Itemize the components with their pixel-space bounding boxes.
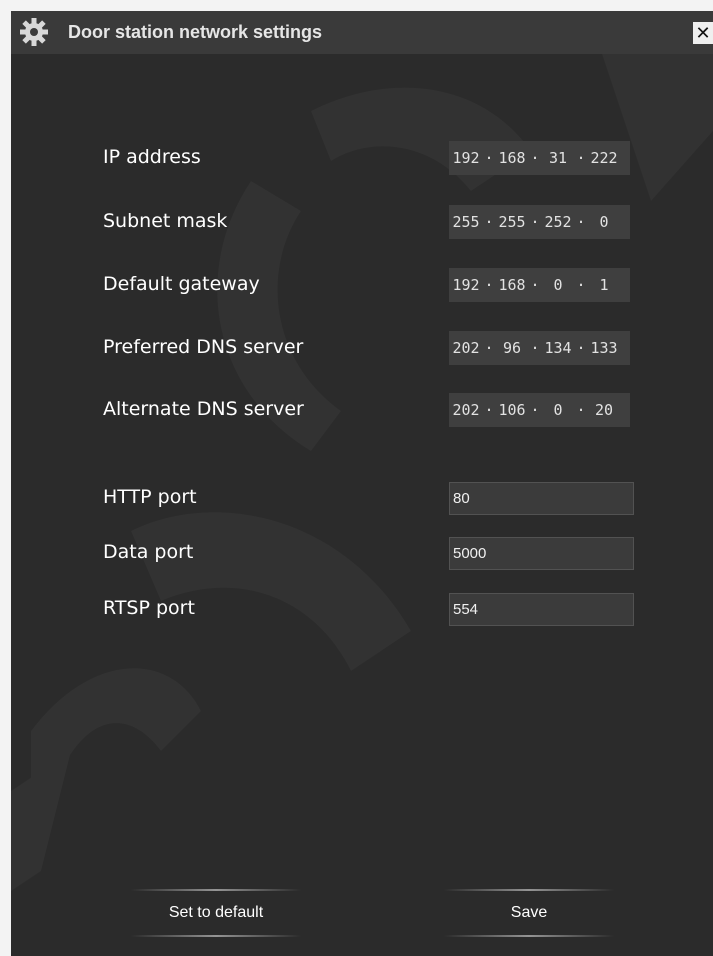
- default-gateway-label: Default gateway: [103, 273, 260, 295]
- default-gateway-field[interactable]: 192 · 168 · 0 · 1: [449, 268, 630, 302]
- data-port-input[interactable]: 5000: [449, 537, 634, 570]
- ip-octet-3[interactable]: 31: [541, 141, 575, 175]
- alternate-dns-label: Alternate DNS server: [103, 398, 304, 420]
- pdns-octet-3[interactable]: 134: [541, 331, 575, 365]
- save-button[interactable]: Save: [444, 889, 614, 937]
- ip-octet-1[interactable]: 192: [449, 141, 483, 175]
- gateway-octet-3[interactable]: 0: [541, 268, 575, 302]
- ip-separator: ·: [530, 149, 540, 167]
- subnet-mask-label: Subnet mask: [103, 210, 228, 232]
- gateway-octet-2[interactable]: 168: [495, 268, 529, 302]
- rtsp-port-input[interactable]: 554: [449, 593, 634, 626]
- ip-separator: ·: [484, 339, 494, 357]
- http-port-label: HTTP port: [103, 486, 197, 508]
- ip-separator: ·: [530, 339, 540, 357]
- adns-octet-4[interactable]: 20: [587, 393, 621, 427]
- subnet-mask-field[interactable]: 255 · 255 · 252 · 0: [449, 205, 630, 239]
- adns-octet-1[interactable]: 202: [449, 393, 483, 427]
- button-highlight: [444, 935, 614, 937]
- ip-address-field[interactable]: 192 · 168 · 31 · 222: [449, 141, 630, 175]
- ip-separator: ·: [576, 339, 586, 357]
- ip-separator: ·: [576, 401, 586, 419]
- gear-icon: [20, 18, 48, 46]
- button-highlight: [444, 889, 614, 891]
- ip-separator: ·: [576, 149, 586, 167]
- set-to-default-button[interactable]: Set to default: [131, 889, 301, 937]
- preferred-dns-field[interactable]: 202 · 96 · 134 · 133: [449, 331, 630, 365]
- subnet-octet-2[interactable]: 255: [495, 205, 529, 239]
- gateway-octet-1[interactable]: 192: [449, 268, 483, 302]
- ip-separator: ·: [576, 213, 586, 231]
- http-port-input[interactable]: 80: [449, 482, 634, 515]
- close-icon[interactable]: ✕: [693, 22, 713, 44]
- ip-separator: ·: [576, 276, 586, 294]
- ip-separator: ·: [484, 149, 494, 167]
- button-highlight: [131, 935, 301, 937]
- ip-separator: ·: [484, 401, 494, 419]
- pdns-octet-2[interactable]: 96: [495, 331, 529, 365]
- adns-octet-2[interactable]: 106: [495, 393, 529, 427]
- ip-separator: ·: [530, 401, 540, 419]
- ip-separator: ·: [530, 213, 540, 231]
- set-to-default-label: Set to default: [168, 904, 264, 921]
- window-title: Door station network settings: [68, 22, 323, 42]
- ip-octet-2[interactable]: 168: [495, 141, 529, 175]
- rtsp-port-label: RTSP port: [103, 597, 195, 619]
- preferred-dns-label: Preferred DNS server: [103, 336, 304, 358]
- subnet-octet-1[interactable]: 255: [449, 205, 483, 239]
- gateway-octet-4[interactable]: 1: [587, 268, 621, 302]
- title-bar: Door station network settings ✕: [11, 11, 713, 54]
- ip-separator: ·: [530, 276, 540, 294]
- ip-separator: ·: [484, 276, 494, 294]
- ip-separator: ·: [484, 213, 494, 231]
- subnet-octet-3[interactable]: 252: [541, 205, 575, 239]
- pdns-octet-4[interactable]: 133: [587, 331, 621, 365]
- save-label: Save: [510, 904, 548, 921]
- alternate-dns-field[interactable]: 202 · 106 · 0 · 20: [449, 393, 630, 427]
- ip-address-label: IP address: [103, 146, 201, 168]
- pdns-octet-1[interactable]: 202: [449, 331, 483, 365]
- subnet-octet-4[interactable]: 0: [587, 205, 621, 239]
- ip-octet-4[interactable]: 222: [587, 141, 621, 175]
- settings-window: Door station network settings ✕ IP addre…: [11, 11, 713, 956]
- button-highlight: [131, 889, 301, 891]
- data-port-label: Data port: [103, 541, 194, 563]
- adns-octet-3[interactable]: 0: [541, 393, 575, 427]
